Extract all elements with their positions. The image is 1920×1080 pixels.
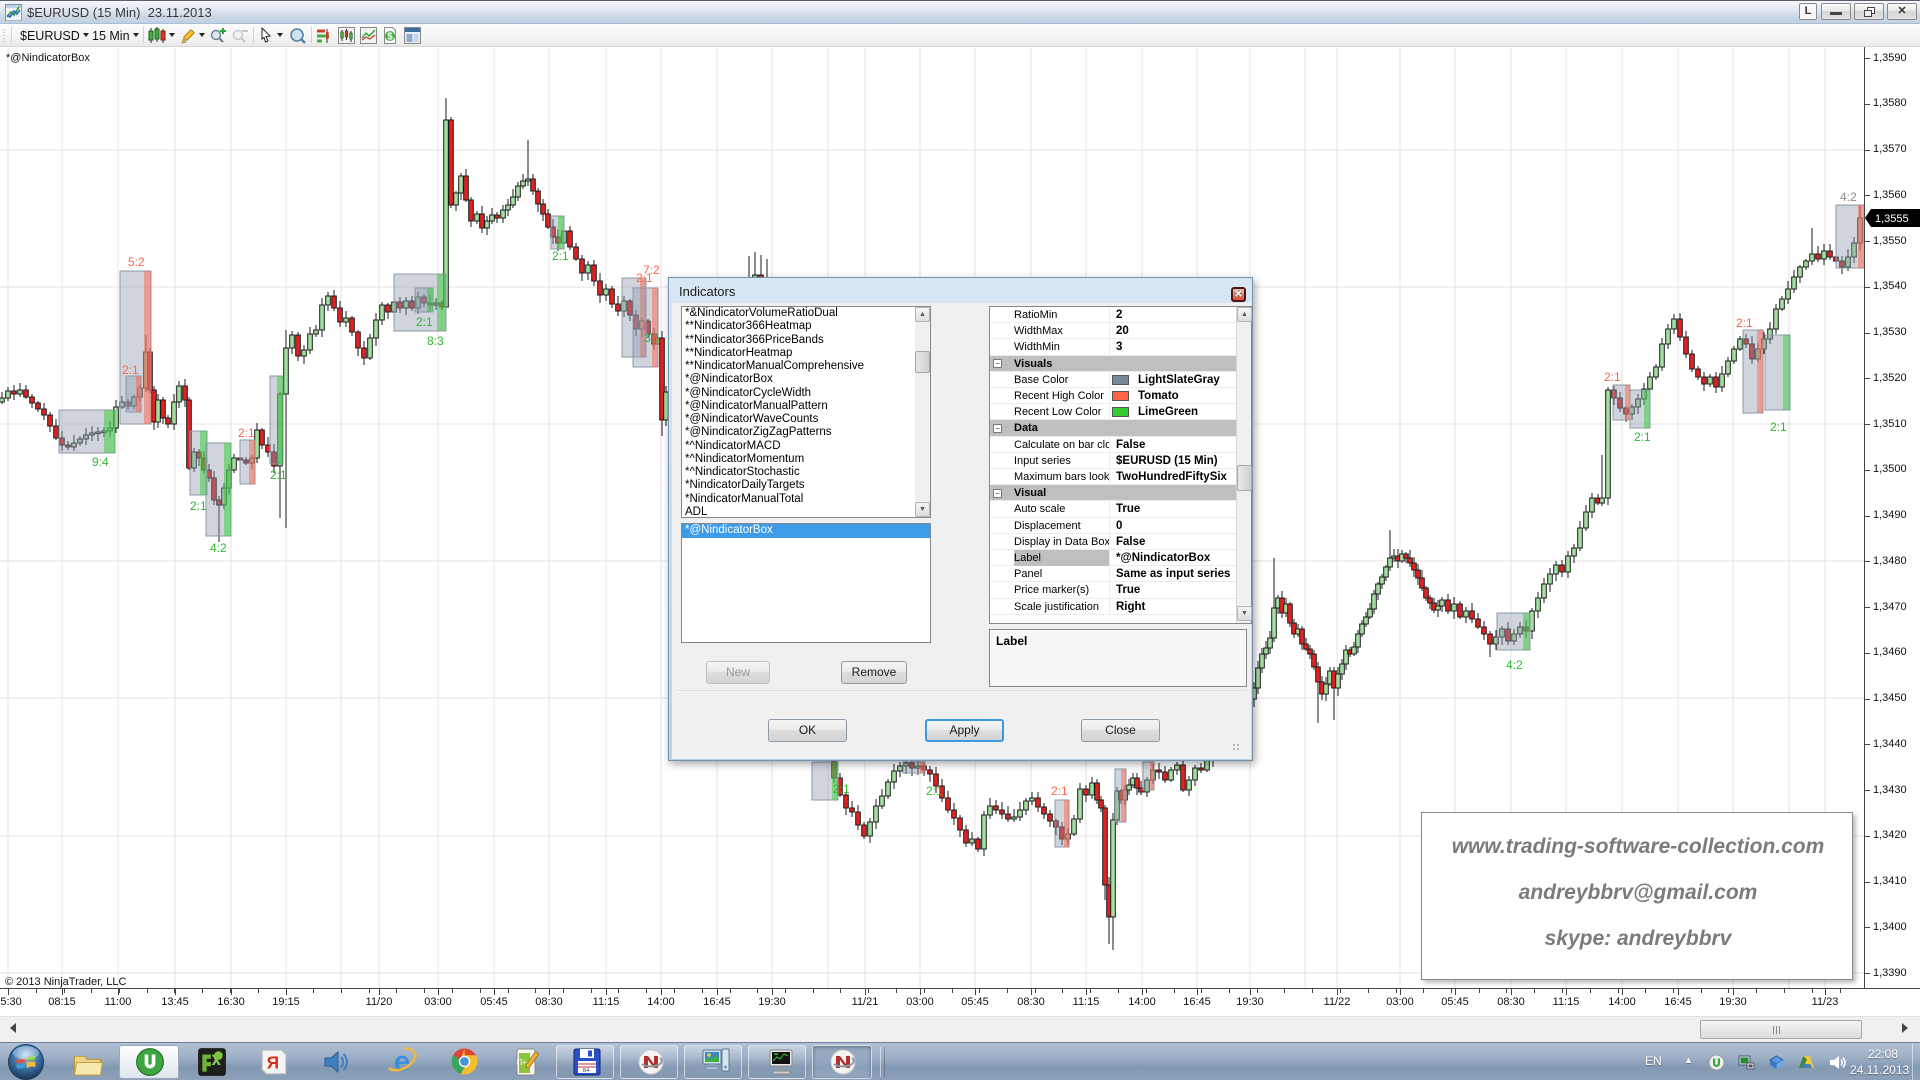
svg-text:Я: Я [267, 1052, 279, 1072]
svg-text:2:1: 2:1 [1051, 784, 1068, 798]
svg-text:2:1: 2:1 [190, 499, 207, 513]
svg-text:2:1: 2:1 [1736, 316, 1753, 330]
svg-text:2:1: 2:1 [1604, 370, 1621, 384]
svg-text:Б4·: Б4· [583, 1068, 591, 1074]
svg-text:2:1: 2:1 [122, 363, 139, 377]
svg-text:4:2: 4:2 [1840, 190, 1857, 204]
svg-text:9:4: 9:4 [92, 455, 109, 469]
svg-text:e: e [394, 1046, 410, 1077]
svg-text:5:2: 5:2 [128, 255, 145, 269]
svg-text:1,3555: 1,3555 [1875, 213, 1909, 225]
svg-text:2:1: 2:1 [636, 271, 653, 285]
svg-text:2:1: 2:1 [1634, 430, 1651, 444]
svg-text:2:1: 2:1 [833, 782, 850, 796]
svg-text:4:2: 4:2 [210, 541, 227, 555]
svg-text:2:1: 2:1 [1770, 420, 1787, 434]
svg-text:$: $ [387, 32, 393, 43]
svg-text:4:2: 4:2 [1506, 658, 1523, 672]
svg-text:2:1: 2:1 [416, 315, 433, 329]
svg-text:2:1: 2:1 [238, 426, 255, 440]
svg-text:2:1: 2:1 [552, 249, 569, 263]
svg-text:3:1: 3:1 [644, 331, 661, 345]
svg-text:8:3: 8:3 [427, 334, 444, 348]
svg-text:2:1: 2:1 [926, 784, 943, 798]
svg-text:2:1: 2:1 [270, 468, 287, 482]
